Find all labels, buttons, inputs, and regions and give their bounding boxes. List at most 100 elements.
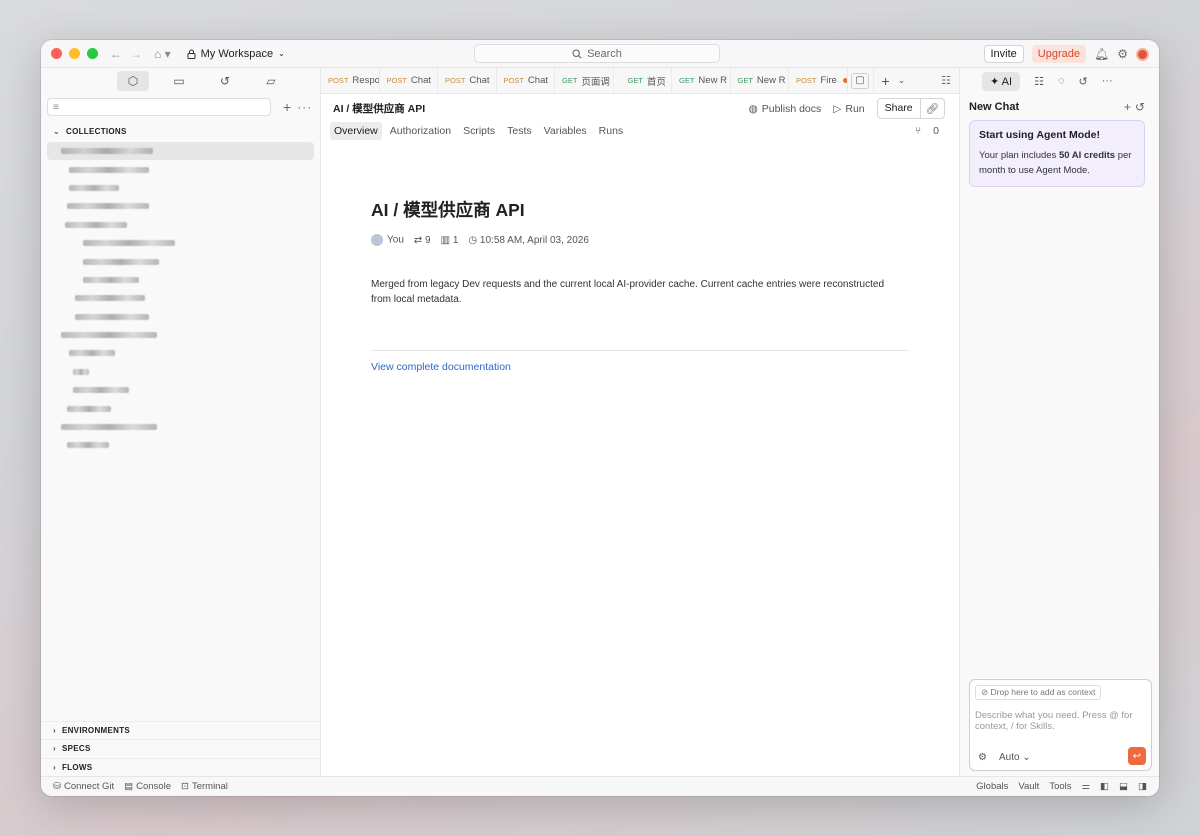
run-button[interactable]: ▷ Run bbox=[833, 103, 864, 115]
close-window-button[interactable] bbox=[51, 48, 62, 59]
tree-item[interactable] bbox=[47, 234, 314, 252]
console-button[interactable]: ▤ Console bbox=[124, 781, 171, 792]
left-sidebar: ⬡ ▭ ↺ ▱ ≡ + ··· ⌄ COLLECTIONS › ENVIRONM… bbox=[41, 68, 321, 776]
request-tab[interactable]: GET New R bbox=[731, 67, 789, 94]
invite-button[interactable]: Invite bbox=[983, 45, 1024, 63]
tree-item[interactable] bbox=[47, 216, 314, 234]
ai-tab[interactable]: ✦ AI bbox=[982, 71, 1021, 91]
environments-header[interactable]: › ENVIRONMENTS bbox=[41, 720, 320, 740]
request-tab[interactable]: POST Fire bbox=[789, 67, 848, 94]
fork-info[interactable]: ⑂ 0 bbox=[915, 125, 939, 137]
search-input[interactable]: Search bbox=[474, 44, 720, 63]
new-tab-button[interactable]: + bbox=[882, 73, 890, 89]
request-tab[interactable]: GET 页面调 bbox=[555, 67, 614, 94]
globals-button[interactable]: Globals bbox=[976, 781, 1008, 792]
tree-item[interactable] bbox=[47, 363, 314, 381]
request-tab[interactable]: POST Chat bbox=[380, 67, 438, 94]
add-collection-button[interactable]: + bbox=[283, 99, 291, 115]
avatar[interactable] bbox=[1136, 47, 1149, 61]
upgrade-button[interactable]: Upgrade bbox=[1031, 45, 1086, 63]
home-icon[interactable]: ⌂ ▾ bbox=[154, 47, 171, 61]
agent-mode-card: Start using Agent Mode! Your plan includ… bbox=[969, 120, 1145, 187]
minimize-window-button[interactable] bbox=[69, 48, 80, 59]
filter-input[interactable]: ≡ bbox=[47, 98, 271, 116]
tree-item[interactable] bbox=[47, 308, 314, 326]
tree-item[interactable] bbox=[47, 326, 314, 344]
request-tab[interactable]: POST Respo bbox=[321, 67, 380, 94]
redacted-label bbox=[69, 184, 119, 191]
add-chat-icon[interactable]: + bbox=[1124, 100, 1135, 114]
tree-item[interactable] bbox=[47, 381, 314, 399]
more-options-icon[interactable]: ··· bbox=[1102, 75, 1113, 87]
tree-item[interactable] bbox=[47, 142, 314, 161]
comments-icon[interactable]: ◌ bbox=[1058, 75, 1065, 87]
more-options-icon[interactable]: ··· bbox=[297, 100, 312, 114]
bell-icon[interactable]: 🔔︎ bbox=[1094, 47, 1109, 61]
tab-method: GET bbox=[562, 76, 578, 85]
layout-bottom-icon[interactable]: ⬓ bbox=[1119, 781, 1128, 792]
active-collection-tab[interactable]: ▢ bbox=[848, 67, 874, 94]
tree-item[interactable] bbox=[47, 271, 314, 289]
back-arrow-icon[interactable]: ← bbox=[110, 47, 122, 61]
forward-arrow-icon[interactable]: → bbox=[130, 47, 142, 61]
workspace-switcher[interactable]: My Workspace ⌄ bbox=[187, 48, 285, 60]
chevron-down-icon: ⌄ bbox=[53, 126, 61, 136]
history-icon[interactable]: ↺ bbox=[209, 71, 241, 91]
tree-item[interactable] bbox=[47, 252, 314, 270]
chevron-right-icon: › bbox=[53, 744, 56, 754]
tab-runs[interactable]: Runs bbox=[595, 122, 628, 140]
tab-tests[interactable]: Tests bbox=[503, 122, 536, 140]
tree-item[interactable] bbox=[47, 289, 314, 307]
drop-context-chip[interactable]: ⊘ Drop here to add as context bbox=[975, 685, 1102, 700]
layout-left-icon[interactable]: ◧ bbox=[1100, 781, 1109, 792]
chat-input-placeholder[interactable]: Describe what you need. Press @ for cont… bbox=[975, 710, 1145, 732]
tab-authorization[interactable]: Authorization bbox=[386, 122, 455, 140]
flows-header[interactable]: › FLOWS bbox=[41, 757, 320, 777]
settings-icon[interactable]: ⚙ bbox=[978, 752, 987, 763]
tree-item[interactable] bbox=[47, 160, 314, 178]
sidebar-toggle-icon[interactable]: ☷ bbox=[941, 74, 951, 87]
specs-header[interactable]: › SPECS bbox=[41, 739, 320, 758]
mode-select[interactable]: Auto ⌄ bbox=[999, 752, 1031, 763]
tab-scripts[interactable]: Scripts bbox=[459, 122, 499, 140]
tree-item[interactable] bbox=[47, 436, 314, 454]
sidebar-filter-row: ≡ + ··· bbox=[47, 98, 314, 116]
connect-git-button[interactable]: ⛁ Connect Git bbox=[53, 781, 114, 792]
tree-item[interactable] bbox=[47, 418, 314, 436]
tab-list-chevron-icon[interactable]: ⌄ bbox=[898, 75, 906, 86]
tab-variables[interactable]: Variables bbox=[540, 122, 591, 140]
redacted-label bbox=[65, 221, 127, 228]
sliders-icon[interactable]: ⚌ bbox=[1082, 781, 1091, 792]
tree-item[interactable] bbox=[47, 399, 314, 417]
environments-icon[interactable]: ▭ bbox=[163, 71, 195, 91]
request-tab[interactable]: POST Chat bbox=[438, 67, 497, 94]
agent-card-text: Your plan includes 50 AI credits per mon… bbox=[979, 148, 1135, 178]
documentation-icon[interactable]: ☷ bbox=[1034, 75, 1044, 88]
share-button[interactable]: Share bbox=[878, 99, 920, 118]
gear-icon[interactable]: ⚙ bbox=[1117, 47, 1128, 61]
layout-right-icon[interactable]: ◨ bbox=[1138, 781, 1147, 792]
terminal-button[interactable]: ⊡ Terminal bbox=[181, 781, 228, 792]
tree-item[interactable] bbox=[47, 179, 314, 197]
history-icon[interactable]: ↺ bbox=[1079, 75, 1088, 88]
collections-header[interactable]: ⌄ COLLECTIONS bbox=[41, 122, 320, 140]
maximize-window-button[interactable] bbox=[87, 48, 98, 59]
request-tab[interactable]: GET New R bbox=[672, 67, 731, 94]
request-tab[interactable]: GET 首页 bbox=[614, 67, 672, 94]
chat-input-box[interactable]: ⊘ Drop here to add as context Describe w… bbox=[969, 679, 1152, 771]
folder-icon[interactable]: ▱ bbox=[255, 71, 287, 91]
link-icon[interactable]: 🔗︎ bbox=[919, 99, 944, 118]
tree-item[interactable] bbox=[47, 197, 314, 215]
vault-button[interactable]: Vault bbox=[1018, 781, 1039, 792]
send-button[interactable]: ↩ bbox=[1128, 747, 1146, 765]
lock-icon bbox=[187, 49, 196, 59]
tree-item[interactable] bbox=[47, 344, 314, 362]
collection-overview: AI / 模型供应商 API ◍ Publish docs ▷ Run Share … bbox=[321, 94, 959, 776]
chat-history-icon[interactable]: ↺ bbox=[1135, 100, 1149, 114]
tools-button[interactable]: Tools bbox=[1049, 781, 1071, 792]
publish-docs-button[interactable]: ◍ Publish docs bbox=[749, 103, 822, 115]
tab-overview[interactable]: Overview bbox=[330, 122, 382, 140]
view-documentation-link[interactable]: View complete documentation bbox=[371, 361, 511, 373]
request-tab[interactable]: POST Chat bbox=[497, 67, 555, 94]
collections-cube-icon[interactable]: ⬡ bbox=[117, 71, 149, 91]
